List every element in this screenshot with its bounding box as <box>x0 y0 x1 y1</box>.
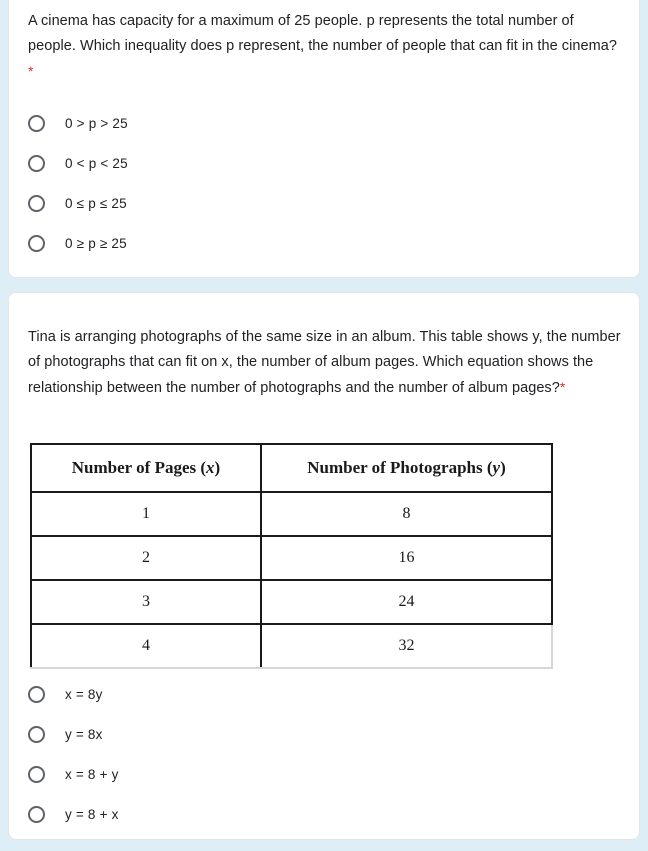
table-cell-pages: 4 <box>30 623 262 669</box>
table-cell-photographs: 16 <box>260 535 553 581</box>
radio-icon[interactable] <box>28 685 45 703</box>
header-text: Number of Pages ( <box>71 458 207 477</box>
option-label: x = 8y <box>65 686 103 702</box>
option-label: y = 8 + x <box>65 806 119 822</box>
radio-icon[interactable] <box>28 234 45 252</box>
required-asterisk-1: * <box>28 63 34 79</box>
table-header-cell-photographs: Number of Photographs (y) <box>260 443 553 493</box>
radio-icon[interactable] <box>28 154 45 172</box>
table-cell-pages: 1 <box>30 491 262 537</box>
radio-icon[interactable] <box>28 114 45 132</box>
option-row[interactable]: 0 ≥ p ≥ 25 <box>28 223 588 263</box>
table-row: 4 32 <box>30 623 553 669</box>
radio-icon[interactable] <box>28 765 45 783</box>
option-label: 0 ≥ p ≥ 25 <box>65 235 127 251</box>
header-suffix: ) <box>214 458 221 477</box>
question-2-options: x = 8y y = 8x x = 8 + y y = 8 + x <box>28 674 588 834</box>
table-row: 2 16 <box>30 535 553 581</box>
question-1-prompt: A cinema has capacity for a maximum of 2… <box>28 13 617 54</box>
option-row[interactable]: x = 8y <box>28 674 588 714</box>
table-header-row: Number of Pages (x) Number of Photograph… <box>30 443 553 493</box>
header-text: Number of Photographs ( <box>307 458 493 477</box>
table-cell-photographs: 32 <box>260 623 553 669</box>
option-label: 0 ≤ p ≤ 25 <box>65 195 127 211</box>
question-2-prompt: Tina is arranging photographs of the sam… <box>28 329 621 396</box>
option-row[interactable]: y = 8x <box>28 714 588 754</box>
header-variable: y <box>492 458 501 477</box>
header-variable: x <box>206 458 215 477</box>
radio-icon[interactable] <box>28 194 45 212</box>
option-label: x = 8 + y <box>65 766 119 782</box>
table-cell-pages: 2 <box>30 535 262 581</box>
option-row[interactable]: y = 8 + x <box>28 794 588 834</box>
required-asterisk-2: * <box>559 379 566 395</box>
table-cell-photographs: 24 <box>260 579 553 625</box>
option-label: y = 8x <box>65 726 103 742</box>
radio-icon[interactable] <box>28 725 45 743</box>
radio-icon[interactable] <box>28 805 45 823</box>
table-row: 1 8 <box>30 491 553 537</box>
option-row[interactable]: 0 < p < 25 <box>28 143 588 183</box>
table-row: 3 24 <box>30 579 553 625</box>
question-card-2: Tina is arranging photographs of the sam… <box>8 292 640 840</box>
table-cell-photographs: 8 <box>260 491 553 537</box>
table-cell-pages: 3 <box>30 579 262 625</box>
option-row[interactable]: x = 8 + y <box>28 754 588 794</box>
photographs-table: Number of Pages (x) Number of Photograph… <box>30 443 553 669</box>
table-header-cell-pages: Number of Pages (x) <box>30 443 262 493</box>
question-1-options: 0 > p > 25 0 < p < 25 0 ≤ p ≤ 25 0 ≥ p ≥… <box>28 103 588 263</box>
option-row[interactable]: 0 ≤ p ≤ 25 <box>28 183 588 223</box>
option-row[interactable]: 0 > p > 25 <box>28 103 588 143</box>
option-label: 0 > p > 25 <box>65 115 128 131</box>
header-suffix: ) <box>500 458 506 477</box>
form-page: A cinema has capacity for a maximum of 2… <box>0 0 648 851</box>
photographs-table-wrapper: Number of Pages (x) Number of Photograph… <box>30 443 553 669</box>
question-1-text: A cinema has capacity for a maximum of 2… <box>28 9 622 85</box>
question-card-1: A cinema has capacity for a maximum of 2… <box>8 0 640 278</box>
question-2-text: Tina is arranging photographs of the sam… <box>28 325 622 401</box>
option-label: 0 < p < 25 <box>65 155 128 171</box>
